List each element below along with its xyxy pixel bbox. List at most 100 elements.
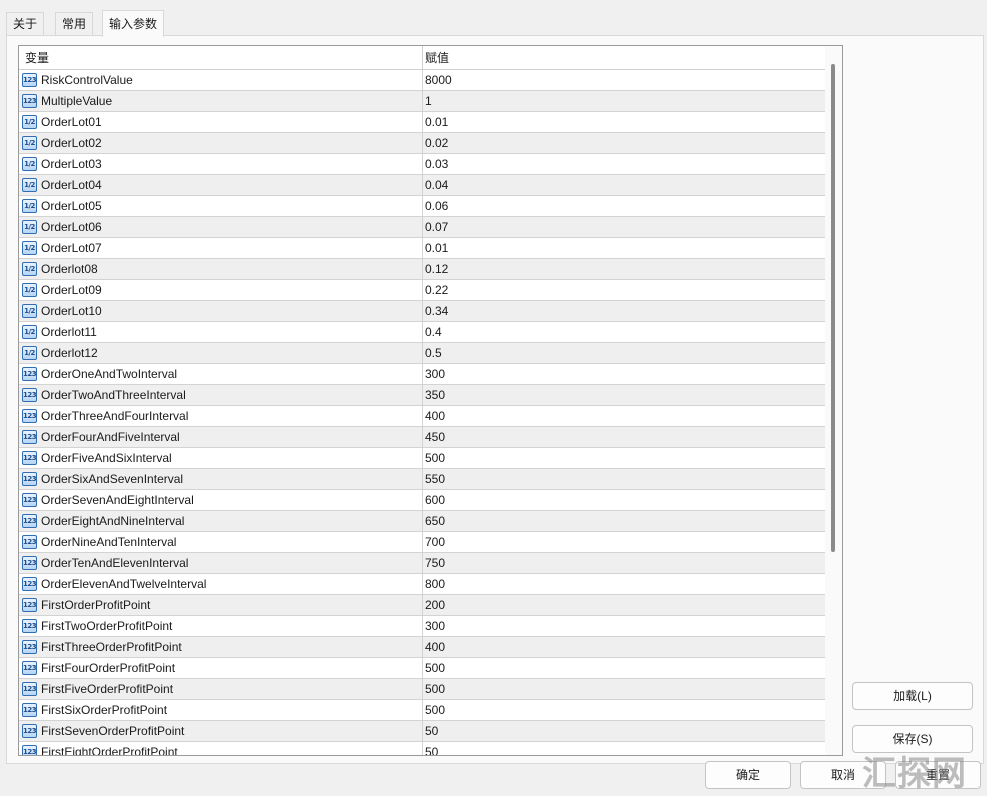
table-row[interactable]: 123 OrderSevenAndEightInterval 600	[19, 490, 825, 511]
load-button[interactable]: 加载(L)	[852, 682, 973, 710]
table-row[interactable]: 1/2 OrderLot03 0.03	[19, 154, 825, 175]
parameter-value[interactable]: 800	[425, 574, 445, 595]
table-row[interactable]: 123 MultipleValue 1	[19, 91, 825, 112]
table-row[interactable]: 1/2 Orderlot08 0.12	[19, 259, 825, 280]
table-row[interactable]: 123 OrderNineAndTenInterval 700	[19, 532, 825, 553]
table-row[interactable]: 1/2 OrderLot10 0.34	[19, 301, 825, 322]
save-button[interactable]: 保存(S)	[852, 725, 973, 753]
table-row[interactable]: 123 FirstFourOrderProfitPoint 500	[19, 658, 825, 679]
double-type-icon: 1/2	[22, 262, 37, 276]
column-divider[interactable]	[422, 46, 423, 69]
table-row[interactable]: 123 OrderSixAndSevenInterval 550	[19, 469, 825, 490]
parameters-grid[interactable]: 变量 赋值 123 RiskControlValue 8000 123 Multiple…	[18, 45, 843, 756]
parameter-name: OrderLot04	[41, 178, 102, 192]
parameter-value[interactable]: 400	[425, 637, 445, 658]
parameter-value[interactable]: 500	[425, 700, 445, 721]
parameter-name: MultipleValue	[41, 94, 113, 108]
table-row[interactable]: 123 FirstTwoOrderProfitPoint 300	[19, 616, 825, 637]
parameter-value[interactable]: 0.22	[425, 280, 448, 301]
ok-button[interactable]: 确定	[705, 761, 791, 789]
parameter-value[interactable]: 0.12	[425, 259, 448, 280]
parameter-name: FirstSevenOrderProfitPoint	[41, 724, 185, 738]
parameter-value[interactable]: 500	[425, 658, 445, 679]
parameter-value[interactable]: 0.34	[425, 301, 448, 322]
parameter-value[interactable]: 450	[425, 427, 445, 448]
tab-about[interactable]: 关于	[6, 12, 45, 36]
table-row[interactable]: 123 FirstThreeOrderProfitPoint 400	[19, 637, 825, 658]
table-row[interactable]: 123 FirstEightOrderProfitPoint 50	[19, 742, 825, 755]
column-header-value[interactable]: 赋值	[425, 46, 449, 70]
table-row[interactable]: 123 OrderFourAndFiveInterval 450	[19, 427, 825, 448]
table-row[interactable]: 1/2 Orderlot12 0.5	[19, 343, 825, 364]
parameter-value[interactable]: 650	[425, 511, 445, 532]
tab-common[interactable]: 常用	[55, 12, 94, 36]
table-row[interactable]: 123 RiskControlValue 8000	[19, 70, 825, 91]
column-header-variable[interactable]: 变量	[25, 46, 49, 70]
parameter-value[interactable]: 0.06	[425, 196, 448, 217]
table-row[interactable]: 1/2 OrderLot01 0.01	[19, 112, 825, 133]
parameter-value[interactable]: 50	[425, 721, 438, 742]
parameter-value[interactable]: 0.07	[425, 217, 448, 238]
parameter-name: OrderFiveAndSixInterval	[41, 451, 172, 465]
parameter-value[interactable]: 500	[425, 448, 445, 469]
table-row[interactable]: 1/2 OrderLot04 0.04	[19, 175, 825, 196]
double-type-icon: 1/2	[22, 325, 37, 339]
table-row[interactable]: 123 OrderFiveAndSixInterval 500	[19, 448, 825, 469]
parameter-value[interactable]: 600	[425, 490, 445, 511]
cell-divider	[422, 679, 423, 699]
integer-type-icon: 123	[22, 472, 37, 486]
parameter-value[interactable]: 0.01	[425, 112, 448, 133]
table-row[interactable]: 123 OrderTenAndElevenInterval 750	[19, 553, 825, 574]
parameter-value[interactable]: 500	[425, 679, 445, 700]
double-type-icon: 1/2	[22, 157, 37, 171]
table-row[interactable]: 1/2 OrderLot07 0.01	[19, 238, 825, 259]
cell-divider	[422, 91, 423, 111]
parameter-name: OrderTenAndElevenInterval	[41, 556, 189, 570]
table-row[interactable]: 123 FirstSixOrderProfitPoint 500	[19, 700, 825, 721]
cell-divider	[422, 637, 423, 657]
parameter-value[interactable]: 0.03	[425, 154, 448, 175]
parameter-name: OrderLot07	[41, 241, 102, 255]
parameter-value[interactable]: 0.5	[425, 343, 442, 364]
parameter-value[interactable]: 750	[425, 553, 445, 574]
scrollbar-thumb[interactable]	[831, 64, 835, 552]
parameter-value[interactable]: 50	[425, 742, 438, 755]
parameter-value[interactable]: 300	[425, 364, 445, 385]
table-row[interactable]: 123 OrderTwoAndThreeInterval 350	[19, 385, 825, 406]
parameter-value[interactable]: 550	[425, 469, 445, 490]
double-type-icon: 1/2	[22, 115, 37, 129]
parameter-value[interactable]: 0.01	[425, 238, 448, 259]
cell-divider	[422, 553, 423, 573]
table-row[interactable]: 1/2 OrderLot06 0.07	[19, 217, 825, 238]
parameter-value[interactable]: 1	[425, 91, 432, 112]
table-row[interactable]: 123 FirstOrderProfitPoint 200	[19, 595, 825, 616]
cell-divider	[422, 595, 423, 615]
cancel-button[interactable]: 取消	[800, 761, 886, 789]
parameter-value[interactable]: 8000	[425, 70, 452, 91]
parameter-value[interactable]: 300	[425, 616, 445, 637]
parameter-value[interactable]: 350	[425, 385, 445, 406]
parameter-value[interactable]: 0.4	[425, 322, 442, 343]
parameter-value[interactable]: 700	[425, 532, 445, 553]
table-row[interactable]: 1/2 OrderLot09 0.22	[19, 280, 825, 301]
parameter-value[interactable]: 0.02	[425, 133, 448, 154]
integer-type-icon: 123	[22, 661, 37, 675]
integer-type-icon: 123	[22, 430, 37, 444]
table-row[interactable]: 123 OrderThreeAndFourInterval 400	[19, 406, 825, 427]
integer-type-icon: 123	[22, 535, 37, 549]
reset-button[interactable]: 重置	[895, 761, 981, 789]
table-row[interactable]: 123 FirstSevenOrderProfitPoint 50	[19, 721, 825, 742]
parameter-value[interactable]: 0.04	[425, 175, 448, 196]
table-row[interactable]: 123 OrderOneAndTwoInterval 300	[19, 364, 825, 385]
table-row[interactable]: 1/2 OrderLot02 0.02	[19, 133, 825, 154]
table-row[interactable]: 1/2 Orderlot11 0.4	[19, 322, 825, 343]
parameter-name: FirstFourOrderProfitPoint	[41, 661, 176, 675]
parameter-name: OrderNineAndTenInterval	[41, 535, 177, 549]
table-row[interactable]: 123 OrderEightAndNineInterval 650	[19, 511, 825, 532]
parameter-value[interactable]: 200	[425, 595, 445, 616]
table-row[interactable]: 123 FirstFiveOrderProfitPoint 500	[19, 679, 825, 700]
table-row[interactable]: 1/2 OrderLot05 0.06	[19, 196, 825, 217]
parameter-value[interactable]: 400	[425, 406, 445, 427]
table-row[interactable]: 123 OrderElevenAndTwelveInterval 800	[19, 574, 825, 595]
tab-input-parameters[interactable]: 输入参数	[102, 10, 165, 37]
